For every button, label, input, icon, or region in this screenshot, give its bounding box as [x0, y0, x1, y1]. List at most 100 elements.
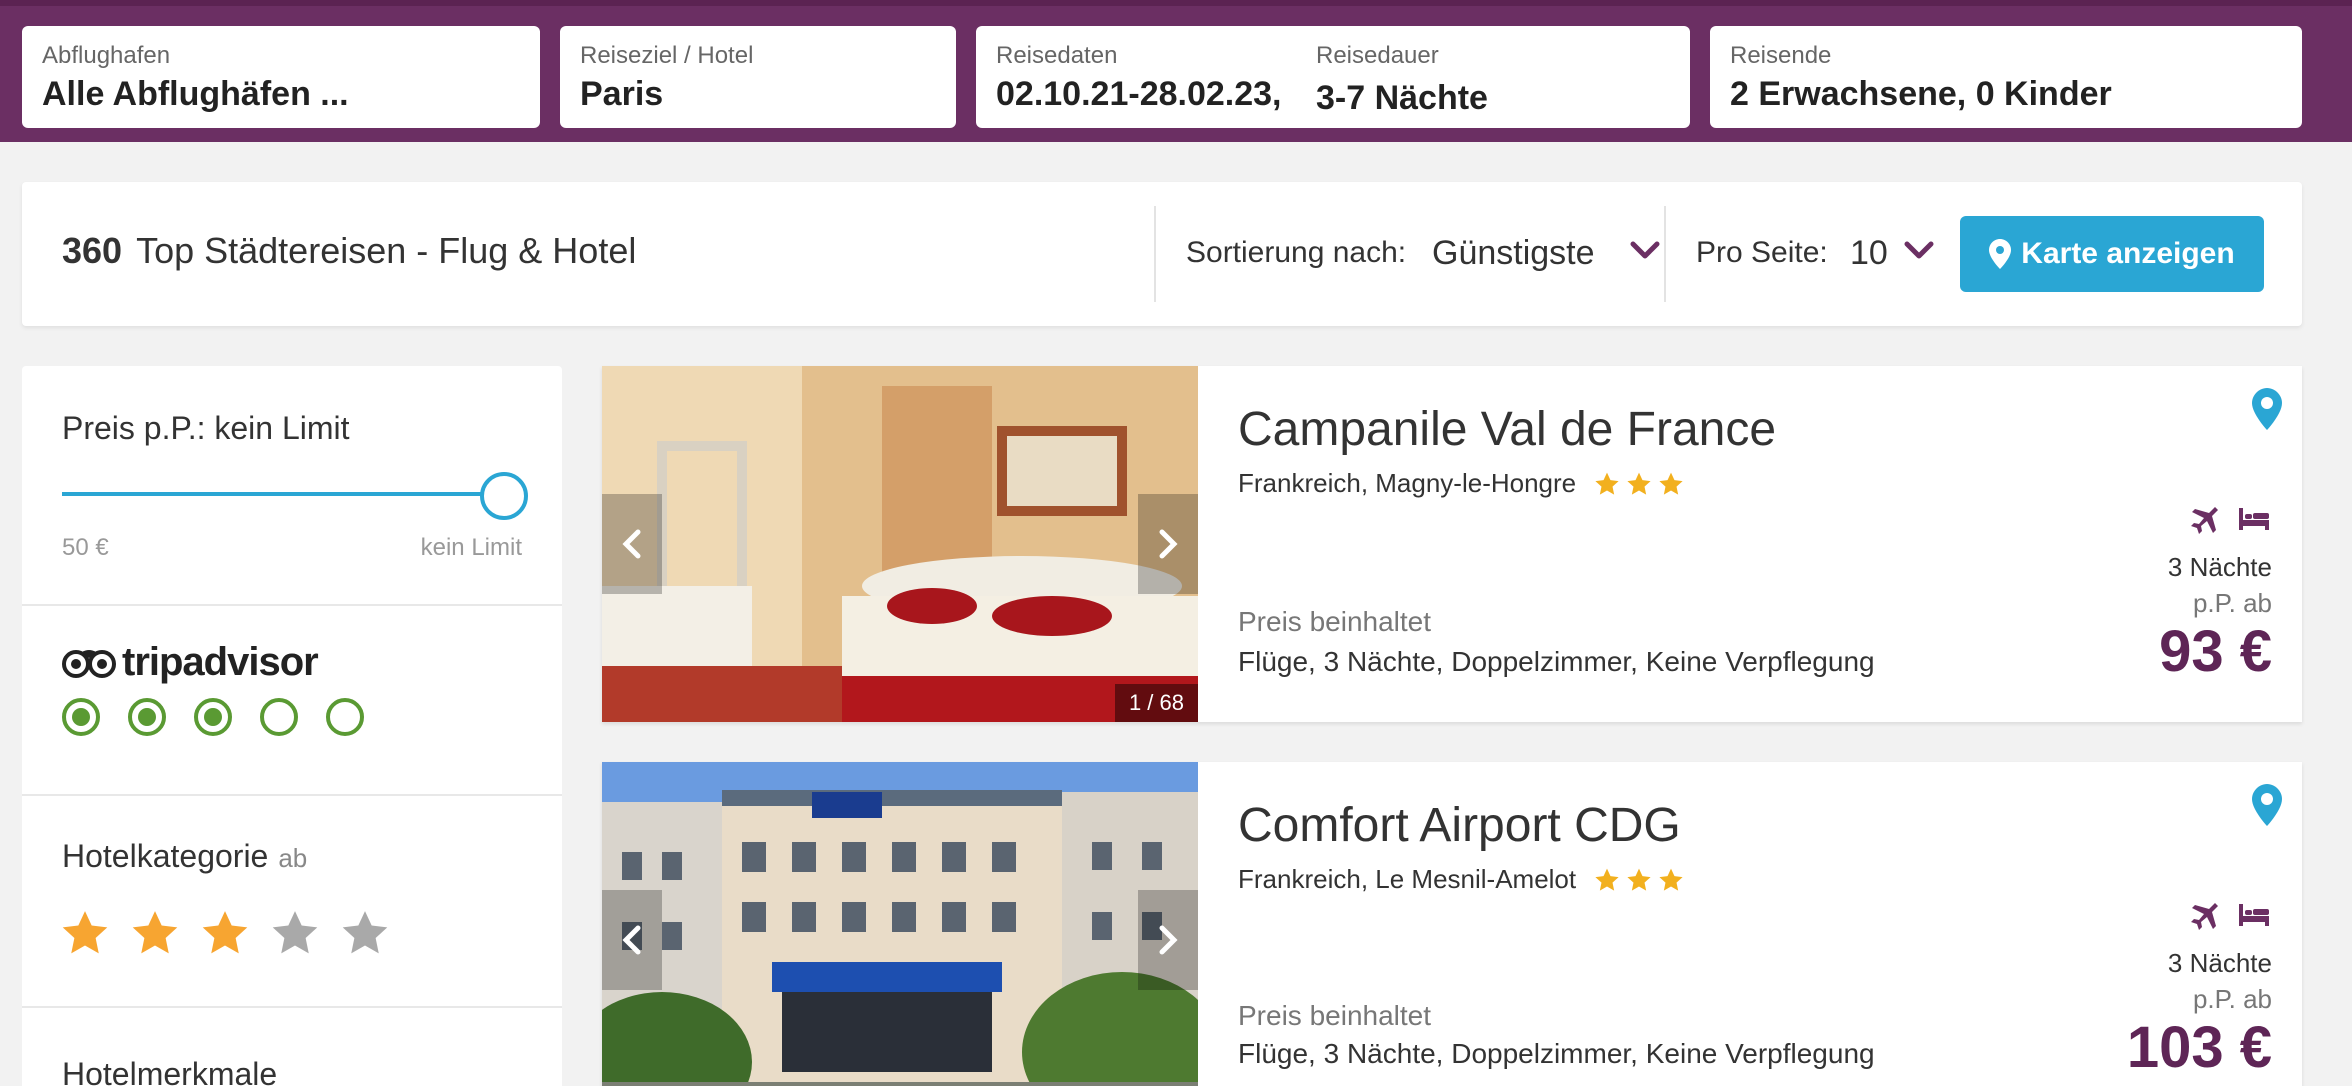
- star-icon[interactable]: [340, 908, 390, 958]
- destination-value: Paris: [580, 75, 664, 113]
- bed-icon: [2239, 904, 2269, 926]
- chevron-right-icon: [1159, 925, 1178, 955]
- hotel-location: Frankreich, Magny-le-Hongre: [1238, 468, 1684, 499]
- hotel-photo[interactable]: [602, 762, 1198, 1086]
- map-pin-icon[interactable]: [2252, 784, 2282, 826]
- travel-dates-field[interactable]: Reisedaten 02.10.21-28.02.23, Reisedauer…: [976, 26, 1690, 128]
- show-map-button[interactable]: Karte anzeigen: [1960, 216, 2264, 292]
- destination-label: Reiseziel / Hotel: [580, 42, 754, 69]
- per-page-select[interactable]: 10: [1850, 234, 1888, 273]
- photo-counter: 1 / 68: [1114, 684, 1198, 722]
- star-icon: [1627, 472, 1651, 495]
- tripadvisor-logo-text: tripadvisor: [122, 640, 319, 684]
- duration-block[interactable]: Reisedauer 3-7 Nächte: [1316, 42, 1488, 120]
- star-icon: [1595, 868, 1619, 891]
- filter-sidebar: Preis p.P.: kein Limit 50 € kein Limit t…: [22, 366, 562, 1086]
- rating-bubble-icon[interactable]: [128, 698, 166, 736]
- hotel-card[interactable]: Comfort Airport CDG Frankreich, Le Mesni…: [602, 762, 2302, 1086]
- rating-bubble-icon[interactable]: [194, 698, 232, 736]
- rating-bubble-icon[interactable]: [260, 698, 298, 736]
- hotel-name[interactable]: Campanile Val de France: [1238, 402, 1776, 457]
- travelers-children: 0 Kinder: [1975, 75, 2112, 113]
- price-slider-track[interactable]: [62, 492, 512, 496]
- star-icon: [1659, 868, 1683, 891]
- bed-icon: [2239, 508, 2269, 530]
- per-page-chevron-down-icon[interactable]: [1904, 240, 1934, 262]
- price-slider-max: kein Limit: [420, 534, 522, 561]
- hotel-category-suffix: ab: [278, 843, 308, 873]
- price[interactable]: 103 €: [2127, 1014, 2272, 1081]
- departure-airport-field[interactable]: Abflughafen Alle Abflughäfen ...: [22, 26, 540, 128]
- search-bar: Abflughafen Alle Abflughäfen ... Reisezi…: [0, 0, 2352, 142]
- rating-bubble-icon[interactable]: [62, 698, 100, 736]
- travelers-label: Reisende: [1730, 42, 1832, 69]
- price-slider-min: 50 €: [62, 534, 109, 561]
- star-icon[interactable]: [60, 908, 110, 958]
- star-icon[interactable]: [200, 908, 250, 958]
- airplane-icon: [2191, 903, 2218, 930]
- hotel-location: Frankreich, Le Mesnil-Amelot: [1238, 864, 1684, 895]
- package-type: [2190, 506, 2270, 536]
- hotel-room-photo: [602, 366, 1198, 722]
- includes-label: Preis beinhaltet: [1238, 606, 1432, 637]
- chevron-left-icon: [622, 925, 641, 955]
- hotel-star-rating: [1594, 867, 1684, 893]
- hotel-photo[interactable]: 1 / 68: [602, 366, 1198, 722]
- package-type: [2190, 902, 2270, 932]
- tripadvisor-rating-selector[interactable]: [62, 698, 364, 736]
- show-map-label: Karte anzeigen: [2021, 237, 2235, 270]
- results-count: 360: [62, 230, 123, 271]
- star-icon: [1595, 472, 1619, 495]
- star-icon[interactable]: [270, 908, 320, 958]
- travelers-field[interactable]: Reisende 2 Erwachsene, 0 Kinder: [1710, 26, 2302, 128]
- results-header: 360 Top Städtereisen - Flug & Hotel Sorti…: [22, 182, 2302, 326]
- map-pin-icon[interactable]: [2252, 388, 2282, 430]
- sort-chevron-down-icon[interactable]: [1630, 240, 1660, 262]
- photo-next-button[interactable]: [1138, 890, 1198, 990]
- photo-next-button[interactable]: [1138, 494, 1198, 594]
- hotel-category-label: Hotelkategorie ab: [62, 838, 307, 875]
- nights: 3 Nächte: [2167, 948, 2272, 978]
- date-separator: -: [1128, 75, 1140, 113]
- tripadvisor-logo: tripadvisor: [62, 640, 319, 685]
- category-filter: [22, 796, 562, 1008]
- hotel-features-label: Hotelmerkmale: [62, 1056, 278, 1086]
- chevron-left-icon: [622, 529, 641, 559]
- hotel-category-stars[interactable]: [60, 908, 390, 958]
- hotel-building-photo: [602, 762, 1198, 1086]
- price-filter-label: Preis p.P.: kein Limit: [62, 410, 350, 446]
- results-title-text: Top Städtereisen - Flug & Hotel: [136, 230, 637, 271]
- includes-value: Flüge, 3 Nächte, Doppelzimmer, Keine Ver…: [1238, 646, 1875, 677]
- map-pin-icon: [1989, 239, 2012, 269]
- star-icon: [1659, 472, 1683, 495]
- date-from: 02.10.21: [996, 75, 1129, 113]
- star-icon[interactable]: [130, 908, 180, 958]
- destination-field[interactable]: Reiseziel / Hotel Paris: [560, 26, 956, 128]
- price-prefix: p.P. ab: [2192, 588, 2272, 618]
- photo-prev-button[interactable]: [602, 890, 662, 990]
- photo-prev-button[interactable]: [602, 494, 662, 594]
- includes-value: Flüge, 3 Nächte, Doppelzimmer, Keine Ver…: [1238, 1038, 1875, 1069]
- tripadvisor-owl-icon: [62, 649, 116, 678]
- airplane-icon: [2191, 507, 2218, 534]
- departure-airport-value: Alle Abflughäfen ...: [42, 75, 349, 113]
- hotel-star-rating: [1594, 471, 1684, 497]
- divider: [1154, 206, 1156, 302]
- divider: [1664, 206, 1666, 302]
- price-prefix: p.P. ab: [2192, 984, 2272, 1014]
- travelers-value: 2 Erwachsene, 0 Kinder: [1730, 72, 2282, 116]
- results-title: 360 Top Städtereisen - Flug & Hotel: [62, 230, 636, 272]
- duration-value: 3-7 Nächte: [1316, 79, 1488, 117]
- travelers-adults: 2 Erwachsene,: [1730, 75, 1967, 113]
- rating-bubble-icon[interactable]: [326, 698, 364, 736]
- price-slider-handle[interactable]: [480, 472, 528, 520]
- nights: 3 Nächte: [2167, 552, 2272, 582]
- hotel-card[interactable]: 1 / 68 Campanile Val de France Frankreic…: [602, 366, 2302, 722]
- sort-select[interactable]: Günstigste: [1432, 234, 1595, 273]
- price[interactable]: 93 €: [2159, 618, 2272, 685]
- hotel-location-text: Frankreich, Magny-le-Hongre: [1238, 468, 1577, 498]
- chevron-right-icon: [1159, 529, 1178, 559]
- hotel-category-text: Hotelkategorie: [62, 838, 269, 874]
- hotel-name[interactable]: Comfort Airport CDG: [1238, 798, 1681, 853]
- includes-label: Preis beinhaltet: [1238, 1000, 1432, 1031]
